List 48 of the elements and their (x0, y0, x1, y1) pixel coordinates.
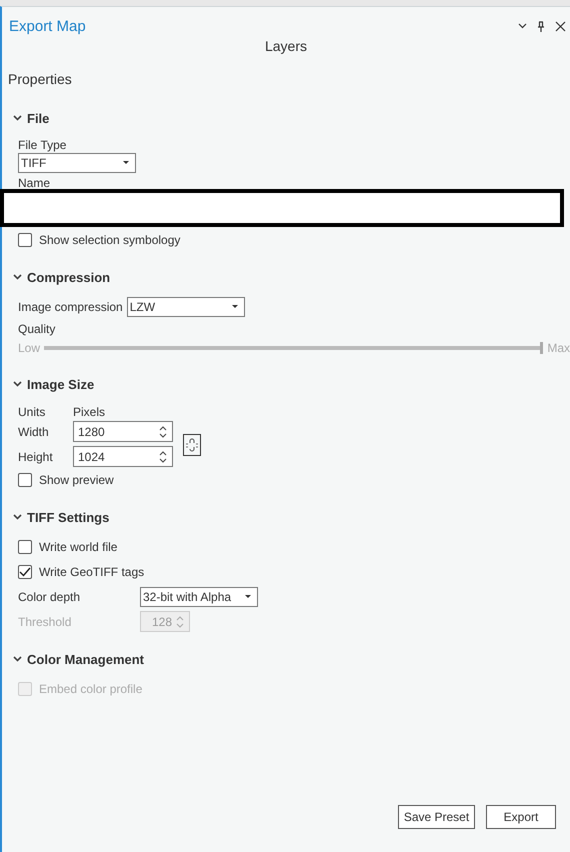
checkbox[interactable] (18, 472, 32, 486)
checkbox[interactable] (18, 232, 32, 246)
window-title: Export Map (9, 18, 86, 34)
file-type-dropdown[interactable]: TIFF (18, 153, 136, 173)
link-icon[interactable] (183, 434, 201, 456)
chevron-icon[interactable] (13, 381, 22, 387)
chevron-icon[interactable] (13, 274, 22, 280)
close-icon[interactable] (555, 20, 566, 32)
chevron-icon[interactable] (13, 656, 22, 662)
section-title: Compression (27, 270, 110, 284)
field-label: Units (18, 405, 46, 419)
layers-tab[interactable]: Layers (264, 38, 308, 54)
caret-icon (123, 161, 129, 165)
checkbox-label: Show preview (39, 472, 114, 486)
checkbox-label: Embed color profile (39, 682, 142, 696)
slider-min-label: Low (18, 341, 40, 355)
field-label: Image compression (18, 300, 123, 314)
field-label: Threshold (18, 614, 72, 628)
width-spinner[interactable]: 1280 (73, 421, 173, 442)
caret-icon (245, 594, 251, 598)
field-label: Width (18, 424, 50, 438)
dropdown[interactable]: 32-bit with Alpha (140, 586, 258, 606)
chevron-icon[interactable] (13, 115, 22, 121)
checkbox[interactable] (18, 564, 32, 578)
section-title: TIFF Settings (27, 510, 110, 524)
checkbox[interactable] (18, 540, 32, 554)
section-title: Image Size (27, 376, 94, 392)
section-title: Color Management (27, 652, 144, 666)
checkbox-label: Write GeoTIFF tags (39, 564, 144, 578)
checkbox-label: Show selection symbology (39, 232, 180, 246)
caret-icon (232, 304, 238, 308)
chevron-icon[interactable] (13, 514, 22, 520)
height-spinner[interactable]: 1024 (73, 446, 173, 467)
field-label: Height (18, 450, 54, 464)
units-value: Pixels (73, 405, 106, 419)
dialog-button[interactable]: Export (486, 805, 556, 829)
field-label: Quality (18, 322, 56, 336)
dialog-button[interactable]: Save Preset (398, 805, 475, 829)
field-label: Color depth (18, 590, 82, 604)
dropdown-icon[interactable] (518, 23, 527, 29)
field-label: Name (18, 176, 50, 190)
pin-icon[interactable] (537, 20, 545, 32)
properties-heading: Properties (7, 70, 73, 89)
checkbox-label: Write world file (39, 540, 118, 554)
field-label: File Type (18, 138, 66, 152)
slider-max-label: Max (547, 341, 570, 355)
dropdown[interactable]: LZW (126, 296, 245, 316)
section-title: File (27, 110, 50, 126)
